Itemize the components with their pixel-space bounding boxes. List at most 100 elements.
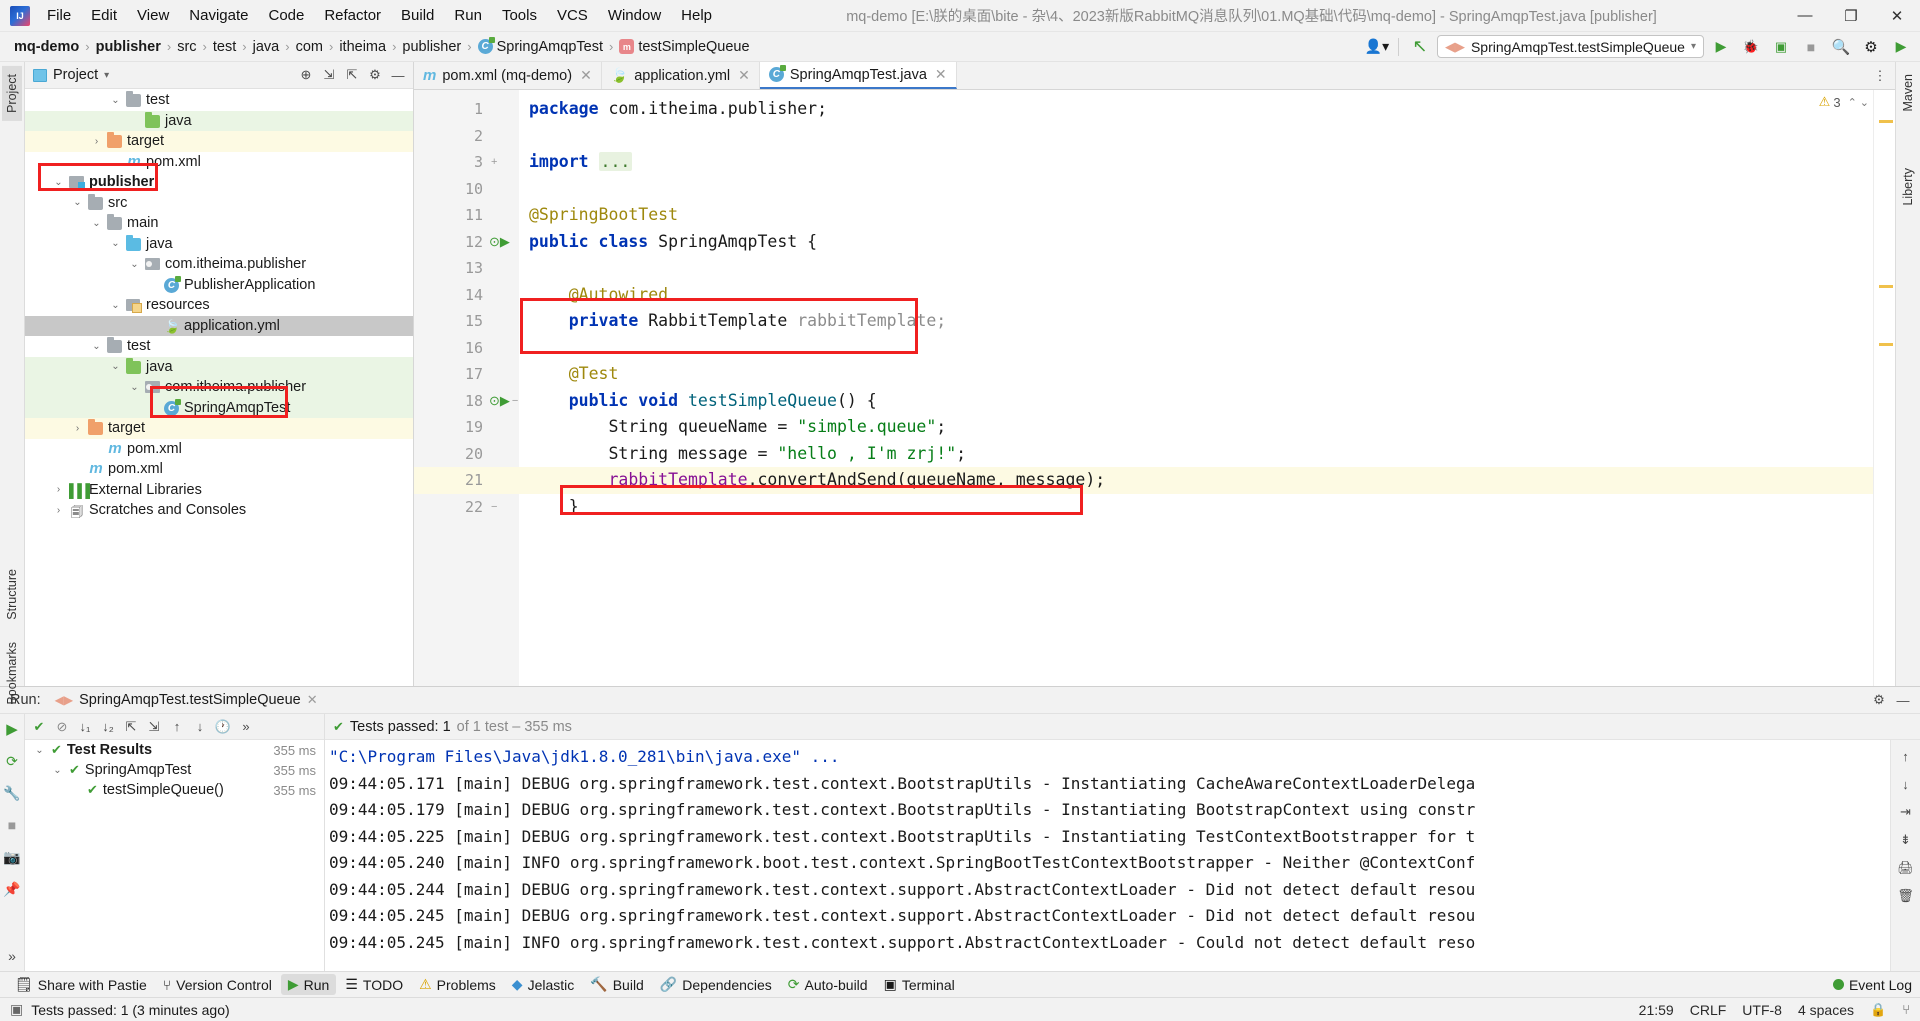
camera-icon[interactable]: 📷	[0, 846, 24, 868]
lock-icon[interactable]: 🔒	[1870, 1002, 1886, 1018]
line-number[interactable]: 16	[414, 335, 489, 362]
fold-toggle-icon[interactable]: −	[491, 501, 497, 513]
chevron-down-icon[interactable]: ⌄	[52, 177, 65, 188]
code-line[interactable]	[519, 123, 1873, 150]
tree-node-external-libraries[interactable]: › ▌▌▌ External Libraries	[25, 480, 413, 501]
gutter-icon-slot[interactable]	[489, 467, 519, 494]
scroll-up-icon[interactable]: ↑	[1894, 746, 1918, 766]
wrench-icon[interactable]: 🔧	[0, 782, 24, 804]
tree-node-target[interactable]: › target	[25, 131, 413, 152]
menu-help[interactable]: Help	[672, 3, 721, 28]
chevron-right-icon[interactable]: ›	[52, 484, 65, 495]
fold-toggle-icon[interactable]: +	[491, 156, 497, 168]
warning-marker[interactable]	[1879, 343, 1893, 346]
project-tree[interactable]: ⌄ test java › target m pom.xml ⌄ publisher ⌄ src ⌄ m…	[25, 89, 413, 686]
gear-icon[interactable]: ⚙	[1858, 35, 1884, 59]
gear-icon[interactable]: ⚙	[1868, 689, 1890, 711]
tree-node-publisher[interactable]: ⌄ publisher	[25, 172, 413, 193]
tree-node-pom-xml[interactable]: m pom.xml	[25, 152, 413, 173]
bottom-item-terminal[interactable]: ▣ Terminal	[877, 974, 962, 995]
chevron-down-icon[interactable]: ⌄	[109, 238, 122, 249]
bottom-item-problems[interactable]: ⚠ Problems	[412, 974, 503, 995]
gutter-icon-slot[interactable]	[489, 96, 519, 123]
tree-node-application-yml[interactable]: 🍃 application.yml	[25, 315, 413, 336]
gutter-icon-slot[interactable]	[489, 202, 519, 229]
gutter-icon-slot[interactable]: ⊙▶ −	[489, 388, 519, 415]
breadcrumb-item-itheima[interactable]: itheima	[335, 37, 390, 57]
tree-node-target[interactable]: › target	[25, 418, 413, 439]
sidebar-tab-maven[interactable]: Maven	[1898, 66, 1918, 120]
menu-tools[interactable]: Tools	[493, 3, 546, 28]
menu-build[interactable]: Build	[392, 3, 443, 28]
warning-marker[interactable]	[1879, 285, 1893, 288]
rerun-icon[interactable]: ▶	[0, 718, 24, 740]
chevron-down-icon[interactable]: ⌄	[109, 361, 122, 372]
chevron-down-icon[interactable]: ⌄	[90, 218, 103, 229]
line-number[interactable]: 17	[414, 361, 489, 388]
chevron-down-icon[interactable]: ⌄	[71, 197, 84, 208]
sidebar-tab-project[interactable]: Project	[2, 66, 22, 121]
breadcrumb-item-testsimplequeue[interactable]: m testSimpleQueue	[615, 37, 753, 57]
tree-node-pom-xml[interactable]: m pom.xml	[25, 459, 413, 480]
up-icon[interactable]: ↑	[166, 716, 188, 737]
tree-node-java[interactable]: ⌄ java	[25, 356, 413, 377]
code-line[interactable]: String queueName = "simple.queue";	[519, 414, 1873, 441]
updates-icon[interactable]: ▶	[1888, 35, 1914, 59]
locate-icon[interactable]: ⊕	[295, 64, 317, 86]
line-separator[interactable]: CRLF	[1690, 1002, 1727, 1018]
tree-node-publisherapplication[interactable]: C PublisherApplication	[25, 275, 413, 296]
close-icon[interactable]: ✕	[935, 66, 947, 83]
chevron-right-icon[interactable]: ›	[71, 423, 84, 434]
tree-node-test[interactable]: ⌄ test	[25, 90, 413, 111]
caret-position[interactable]: 21:59	[1639, 1002, 1674, 1018]
code-content[interactable]: package com.itheima.publisher; import ...…	[519, 90, 1873, 686]
chevron-down-icon[interactable]: ⌄	[33, 745, 46, 756]
tree-node-pom-xml[interactable]: m pom.xml	[25, 439, 413, 460]
run-coverage-button[interactable]: ▣	[1768, 35, 1794, 59]
menu-vcs[interactable]: VCS	[548, 3, 597, 28]
gutter-icon-slot[interactable]	[489, 414, 519, 441]
expand-all-icon[interactable]: ⇱	[120, 716, 142, 737]
code-line[interactable]	[519, 176, 1873, 203]
debug-button[interactable]: 🐞	[1738, 35, 1764, 59]
tree-node-java[interactable]: ⌄ java	[25, 234, 413, 255]
gutter-icon-slot[interactable]: +	[489, 149, 519, 176]
bottom-item-todo[interactable]: ☰ TODO	[338, 974, 410, 995]
line-number[interactable]: 13	[414, 255, 489, 282]
maximize-button[interactable]: ❐	[1828, 0, 1874, 32]
print-icon[interactable]: 🖨	[1894, 858, 1918, 878]
gutter-icon-slot[interactable]	[489, 255, 519, 282]
line-number[interactable]: 2	[414, 123, 489, 150]
tree-node-resources[interactable]: ⌄ resources	[25, 295, 413, 316]
expand-strip-icon[interactable]: »	[0, 945, 24, 967]
chevron-down-icon[interactable]: ▾	[104, 70, 109, 81]
history-icon[interactable]: 🕐	[212, 716, 234, 737]
line-number[interactable]: 18	[414, 388, 489, 415]
gutter-icon-slot[interactable]	[489, 123, 519, 150]
gutter-icon-slot[interactable]	[489, 441, 519, 468]
line-number[interactable]: 12	[414, 229, 489, 256]
menu-bar[interactable]: File Edit View Navigate Code Refactor Bu…	[38, 3, 721, 28]
bottom-item-jelastic[interactable]: ◆ Jelastic	[505, 974, 581, 995]
chevron-down-icon[interactable]: ⌄	[128, 259, 141, 270]
console-output[interactable]: "C:\Program Files\Java\jdk1.8.0_281\bin\…	[325, 740, 1890, 971]
sort-duration-icon[interactable]: ↓₂	[97, 716, 119, 737]
bottom-item-version-control[interactable]: ⑂ Version Control	[156, 975, 279, 995]
down-icon[interactable]: ↓	[189, 716, 211, 737]
project-panel-title-group[interactable]: Project ▾	[33, 67, 109, 83]
tree-node-test[interactable]: ⌄ test	[25, 336, 413, 357]
tree-node-src[interactable]: ⌄ src	[25, 193, 413, 214]
gutter-icon-slot[interactable]	[489, 335, 519, 362]
code-line[interactable]: public void testSimpleQueue() {	[519, 388, 1873, 415]
test-tree-row[interactable]: ✔ testSimpleQueue() 355 ms	[25, 780, 324, 800]
tree-node-scratches-and-consoles[interactable]: › 🗐 Scratches and Consoles	[25, 500, 413, 521]
chevron-right-icon[interactable]: ›	[52, 505, 65, 516]
code-line[interactable]: String message = "hello , I'm zrj!";	[519, 441, 1873, 468]
gutter-icon-column[interactable]: + ⊙▶ ⊙▶ − −	[489, 90, 519, 686]
warning-marker[interactable]	[1879, 120, 1893, 123]
rerun-failed-icon[interactable]: ⟳	[0, 750, 24, 772]
sidebar-tab-structure[interactable]: Structure	[2, 561, 22, 628]
pin-icon[interactable]: 📌	[0, 878, 24, 900]
breadcrumb-item-com[interactable]: com	[292, 37, 327, 57]
line-number[interactable]: 3	[414, 149, 489, 176]
